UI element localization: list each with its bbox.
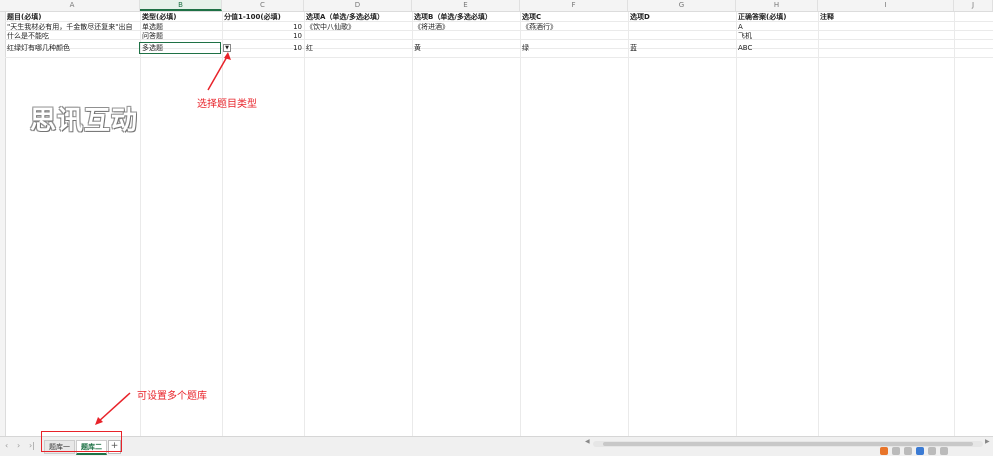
type-arrow: [207, 54, 229, 91]
bank-arrow: [97, 392, 131, 423]
scrollbar-thumb[interactable]: [603, 442, 973, 446]
app-icon[interactable]: [880, 447, 888, 455]
last-sheet-icon[interactable]: ›|: [29, 441, 35, 450]
moon-icon[interactable]: [904, 447, 912, 455]
status-tray: [880, 447, 948, 455]
scroll-left-icon[interactable]: ◀: [585, 438, 590, 445]
scroll-right-icon[interactable]: ▶: [985, 438, 990, 445]
first-sheet-icon[interactable]: ‹: [5, 441, 8, 450]
settings-icon[interactable]: [928, 447, 936, 455]
type-hint-label: 选择题目类型: [197, 99, 257, 110]
user-icon[interactable]: [916, 447, 924, 455]
bank-hint-label: 可设置多个题库: [137, 391, 207, 402]
prev-sheet-icon[interactable]: ›: [17, 441, 20, 450]
input-icon[interactable]: [892, 447, 900, 455]
grid-icon[interactable]: [940, 447, 948, 455]
tab-highlight-box: [41, 431, 122, 452]
